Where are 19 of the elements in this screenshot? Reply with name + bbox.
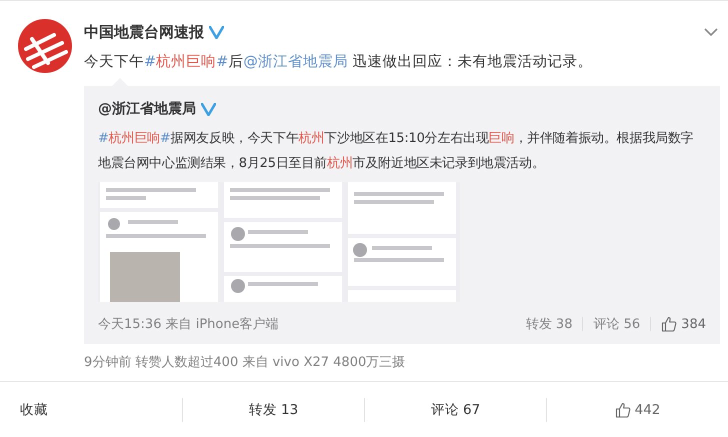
like-icon[interactable] (614, 402, 631, 418)
favorite-button[interactable]: 收藏 (20, 401, 48, 419)
comment-link[interactable]: 评论 56 (593, 315, 640, 333)
quoted-post-text: #杭州巨响#据网友反映，今天下午杭州下沙地区在15:10分左右出现巨响，并伴随着振动。根据我局数字地震台网中心监测结果，8月25日至目前杭州市及附近地区未记录到地震活动。 (98, 130, 695, 173)
repost-button[interactable]: 转发 13 (248, 401, 298, 419)
post-meta: 9分钟前 转赞人数超过400 来自 vivo X27 4800万三摄 (84, 354, 406, 371)
quoted-author-name[interactable]: @浙江省地震局 (98, 100, 196, 118)
author-name[interactable]: 中国地震台网速报 (84, 22, 204, 42)
chevron-down-icon[interactable] (704, 28, 718, 36)
like-button[interactable]: 442 (614, 402, 660, 418)
avatar-logo-icon[interactable] (18, 19, 72, 73)
like-icon[interactable] (661, 316, 678, 332)
verified-icon (209, 26, 224, 38)
like-link[interactable]: 384 (661, 316, 706, 332)
comment-button[interactable]: 评论 67 (430, 401, 480, 419)
post-text: 今天下午#杭州巨响#后@浙江省地震局 迅速做出回应：未有地震活动记录。 (84, 52, 594, 72)
post-timestamp[interactable]: 今天15:36 来自 iPhone客户端 (98, 315, 279, 333)
repost-link[interactable]: 转发 38 (526, 315, 572, 333)
verified-icon (201, 102, 216, 116)
